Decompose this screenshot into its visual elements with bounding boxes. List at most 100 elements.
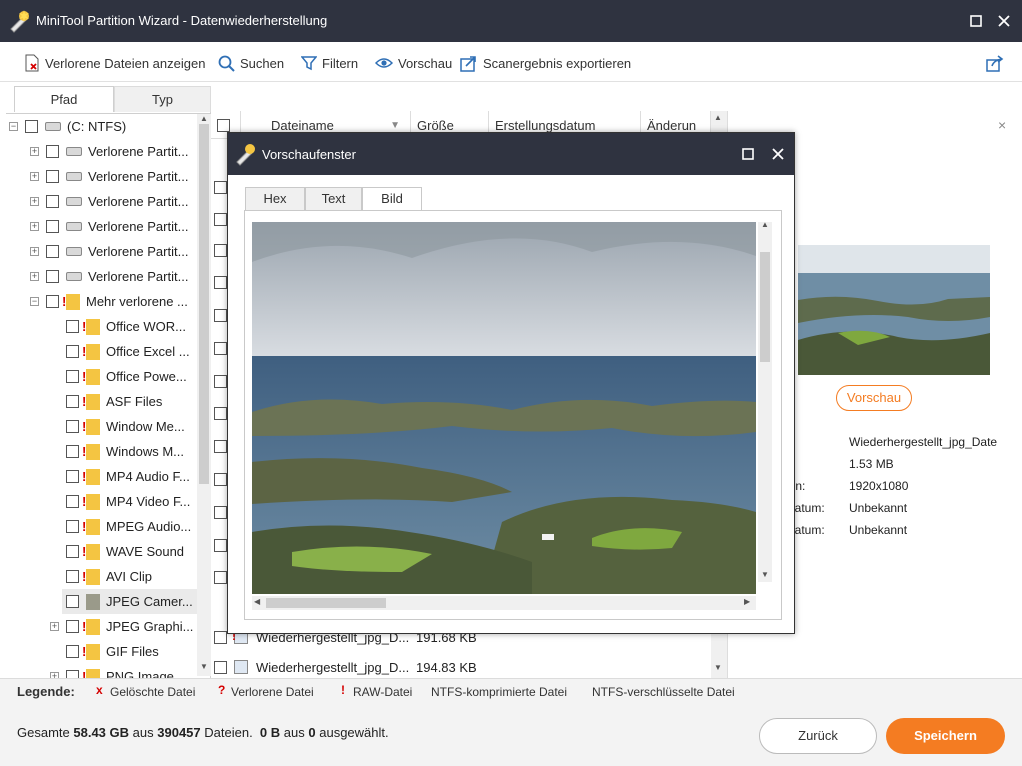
checkbox[interactable] (46, 295, 59, 308)
checkbox[interactable] (66, 470, 79, 483)
checkbox[interactable] (46, 220, 59, 233)
checkbox[interactable] (46, 195, 59, 208)
row-checkbox[interactable] (214, 213, 227, 226)
tree-item-more-lost[interactable]: −! Mehr verlorene ... (30, 289, 188, 314)
tree-item-lost-partition[interactable]: + Verlorene Partit... (30, 164, 188, 189)
expand-icon[interactable]: + (30, 172, 39, 181)
row-checkbox[interactable] (214, 506, 227, 519)
maximize-button[interactable] (964, 9, 988, 33)
checkbox[interactable] (66, 520, 79, 533)
scroll-left-icon[interactable]: ◀ (254, 597, 260, 606)
checkbox[interactable] (46, 270, 59, 283)
scroll-right-icon[interactable]: ▶ (744, 597, 750, 606)
expand-icon[interactable]: + (30, 222, 39, 231)
checkbox[interactable] (66, 545, 79, 558)
image-hscroll-thumb[interactable] (266, 598, 386, 608)
row-checkbox[interactable] (214, 630, 227, 644)
checkbox[interactable] (46, 170, 59, 183)
expand-icon[interactable]: + (30, 147, 39, 156)
checkbox[interactable] (66, 445, 79, 458)
tree-child-item[interactable]: ! WAVE Sound (66, 539, 184, 564)
expand-icon[interactable]: + (30, 197, 39, 206)
tree-child-item[interactable]: ! GIF Files (66, 639, 159, 664)
export-scan-result-button[interactable]: Scanergebnis exportieren (460, 53, 631, 73)
share-button[interactable] (986, 53, 1004, 73)
dialog-close-button[interactable] (766, 142, 790, 166)
tree-item-lost-partition[interactable]: + Verlorene Partit... (30, 214, 188, 239)
checkbox[interactable] (66, 495, 79, 508)
tree-scrollbar[interactable]: ▲ ▼ (197, 114, 211, 676)
row-checkbox[interactable] (214, 539, 227, 552)
scroll-down-icon[interactable]: ▼ (761, 570, 769, 579)
tree-child-item[interactable]: +! PNG Image (50, 664, 174, 678)
preview-button[interactable]: Vorschau (836, 385, 912, 411)
checkbox[interactable] (66, 570, 79, 583)
checkbox[interactable] (66, 595, 79, 608)
tree-child-item[interactable]: ! MP4 Audio F... (66, 464, 190, 489)
tree-child-item[interactable]: ! Office WOR... (66, 314, 186, 339)
dialog-tab-image[interactable]: Bild (362, 187, 422, 211)
checkbox[interactable] (66, 345, 79, 358)
checkbox[interactable] (66, 645, 79, 658)
tree-item-lost-partition[interactable]: + Verlorene Partit... (30, 139, 188, 164)
tree-child-item[interactable]: ! Windows M... (66, 439, 184, 464)
tab-type[interactable]: Typ (114, 86, 211, 112)
row-checkbox[interactable] (214, 309, 227, 322)
show-lost-files-button[interactable]: Verlorene Dateien anzeigen (24, 53, 205, 73)
search-button[interactable]: Suchen (218, 53, 284, 73)
image-vscroll-thumb[interactable] (760, 252, 770, 362)
tree-root[interactable]: − (C: NTFS) (9, 114, 126, 139)
checkbox[interactable] (25, 120, 38, 133)
row-checkbox[interactable] (214, 276, 227, 289)
image-horizontal-scrollbar[interactable]: ◀ ▶ (252, 596, 756, 610)
tree-child-item[interactable]: ! MPEG Audio... (66, 514, 191, 539)
dialog-maximize-button[interactable] (736, 142, 760, 166)
row-checkbox[interactable] (214, 181, 227, 194)
checkbox[interactable] (46, 145, 59, 158)
select-all-checkbox[interactable] (217, 119, 230, 132)
tree-child-item[interactable]: ! Window Me... (66, 414, 185, 439)
close-button[interactable] (992, 9, 1016, 33)
filter-button[interactable]: Filtern (301, 53, 358, 73)
collapse-icon[interactable]: − (30, 297, 39, 306)
tree-child-item[interactable]: ! ASF Files (66, 389, 162, 414)
close-panel-icon[interactable]: × (998, 117, 1006, 133)
expand-icon[interactable]: + (30, 272, 39, 281)
scroll-down-icon[interactable]: ▼ (197, 662, 211, 672)
scroll-up-icon[interactable]: ▲ (761, 220, 769, 229)
collapse-icon[interactable]: − (9, 122, 18, 131)
tab-path[interactable]: Pfad (14, 86, 114, 112)
dialog-tab-hex[interactable]: Hex (245, 187, 305, 211)
row-checkbox[interactable] (214, 407, 227, 420)
tree-item-lost-partition[interactable]: + Verlorene Partit... (30, 239, 188, 264)
checkbox[interactable] (66, 395, 79, 408)
row-checkbox[interactable] (214, 660, 227, 674)
expand-icon[interactable]: + (50, 622, 59, 631)
preview-toolbar-button[interactable]: Vorschau (375, 53, 452, 73)
tree-item-lost-partition[interactable]: + Verlorene Partit... (30, 264, 188, 289)
scroll-up-icon[interactable]: ▲ (714, 113, 722, 122)
row-checkbox[interactable] (214, 375, 227, 388)
scroll-down-icon[interactable]: ▼ (714, 663, 722, 672)
tree-child-item[interactable]: ! MP4 Video F... (66, 489, 190, 514)
row-checkbox[interactable] (214, 473, 227, 486)
tree-child-item-selected[interactable]: JPEG Camer... (62, 589, 197, 614)
checkbox[interactable] (66, 620, 79, 633)
tree-item-lost-partition[interactable]: + Verlorene Partit... (30, 189, 188, 214)
row-checkbox[interactable] (214, 342, 227, 355)
scroll-up-icon[interactable]: ▲ (197, 114, 211, 124)
row-checkbox[interactable] (214, 571, 227, 584)
save-button[interactable]: Speichern (886, 718, 1005, 754)
tree-child-item[interactable]: ! Office Powe... (66, 364, 187, 389)
dialog-tab-text[interactable]: Text (305, 187, 362, 211)
row-checkbox[interactable] (214, 440, 227, 453)
image-vertical-scrollbar[interactable]: ▲ ▼ (758, 220, 772, 582)
tree-child-item[interactable]: ! Office Excel ... (66, 339, 190, 364)
back-button[interactable]: Zurück (759, 718, 877, 754)
tree-child-item[interactable]: ! AVI Clip (66, 564, 152, 589)
checkbox[interactable] (66, 420, 79, 433)
checkbox[interactable] (46, 245, 59, 258)
tree-scrollbar-thumb[interactable] (199, 124, 209, 484)
checkbox[interactable] (66, 670, 79, 678)
row-checkbox[interactable] (214, 244, 227, 257)
